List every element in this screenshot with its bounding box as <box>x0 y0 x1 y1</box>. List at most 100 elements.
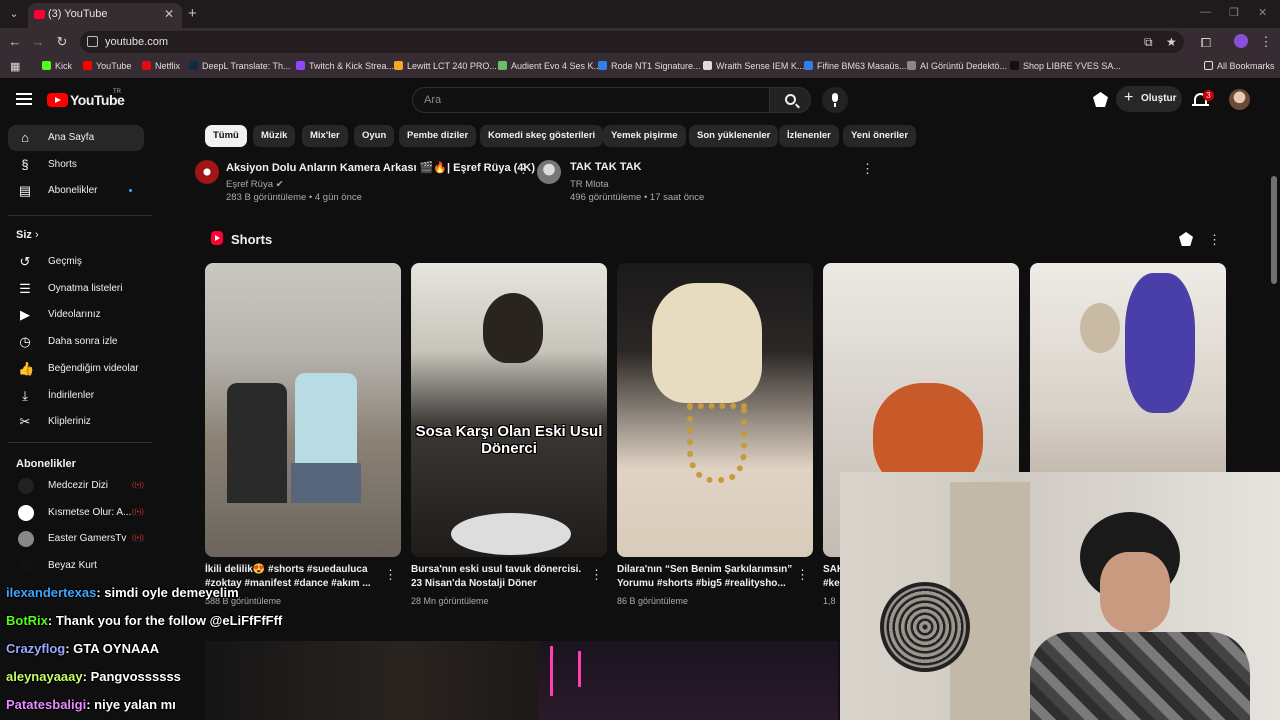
more-options-icon[interactable]: ⋮ <box>861 161 874 177</box>
new-tab-icon[interactable]: + <box>188 5 197 22</box>
create-button[interactable]: + Oluştur <box>1116 86 1182 112</box>
more-options-icon[interactable]: ⋮ <box>517 161 530 177</box>
browser-menu-icon[interactable]: ⋮ <box>1258 34 1274 50</box>
sidebar-item[interactable]: ▶ Videolarınız <box>8 302 144 328</box>
chat-username: BotRix <box>6 613 48 628</box>
channel-avatar[interactable] <box>195 160 219 184</box>
filter-chip[interactable]: İzlenenler <box>779 125 839 147</box>
bookmark-favicon-icon <box>1010 61 1019 70</box>
bookmark-item[interactable]: Audient Evo 4 Ses K... <box>498 61 601 71</box>
close-window-icon[interactable]: ✕ <box>1258 6 1267 19</box>
reload-icon[interactable]: ↻ <box>54 34 70 50</box>
more-options-icon[interactable]: ⋮ <box>796 567 809 583</box>
bookmark-item[interactable]: Kick <box>42 61 72 71</box>
install-app-icon[interactable]: ⧉ <box>1144 35 1153 50</box>
sidebar-item[interactable]: ⌂ Ana Sayfa <box>8 125 144 151</box>
all-bookmarks[interactable]: All Bookmarks <box>1204 61 1275 71</box>
filter-chip[interactable]: Müzik <box>253 125 296 147</box>
sidebar-item[interactable]: ▤ Abonelikler <box>8 178 144 204</box>
bookmark-item[interactable]: Shop LIBRE YVES SA... <box>1010 61 1121 71</box>
more-options-icon[interactable]: ⋮ <box>590 567 603 583</box>
necklace <box>687 403 747 483</box>
sidebar-item[interactable]: ↺ Geçmiş <box>8 249 144 275</box>
sidebar-item[interactable]: Beyaz Kurt <box>8 553 144 579</box>
tab-list-icon[interactable]: ⌄ <box>6 6 22 22</box>
video-title[interactable]: Aksiyon Dolu Anların Kamera Arkası 🎬🔥| E… <box>226 161 535 174</box>
filter-chip[interactable]: Son yüklenenler <box>689 125 779 147</box>
filter-chip[interactable]: Yeni öneriler <box>843 125 917 147</box>
short-thumbnail[interactable] <box>205 263 401 557</box>
bookmark-label: Netflix <box>155 61 181 71</box>
extensions-icon[interactable]: ⧠ <box>1198 35 1214 51</box>
channel-name[interactable]: Eşref Rüya ✔ <box>226 179 284 190</box>
extension-icon[interactable] <box>1093 92 1108 107</box>
bookmark-item[interactable]: Lewitt LCT 240 PRO... <box>394 61 497 71</box>
bookmark-item[interactable]: Wraith Sense IEM K... <box>703 61 804 71</box>
webcam-overlay <box>840 472 1280 720</box>
back-icon[interactable]: ← <box>7 34 23 49</box>
bookmark-item[interactable]: AI Görüntü Dedektö... <box>907 61 1007 71</box>
search-button[interactable] <box>769 87 811 113</box>
short-caption[interactable]: SAK #ke <box>823 563 841 591</box>
bookmark-item[interactable]: Twitch & Kick Strea... <box>296 61 394 71</box>
filter-chip[interactable]: Yemek pişirme <box>603 125 686 147</box>
bookmark-item[interactable]: DeepL Translate: Th... <box>189 61 291 71</box>
sidebar-item[interactable]: § Shorts <box>8 152 144 178</box>
video-thumbnail[interactable] <box>538 641 838 720</box>
sidebar-item[interactable]: ☰ Oynatma listeleri <box>8 276 144 302</box>
sidebar-item[interactable]: ✂ Klipleriniz <box>8 409 144 435</box>
menu-icon[interactable] <box>16 93 32 105</box>
bookmark-item[interactable]: Netflix <box>142 61 180 71</box>
bookmark-star-icon[interactable]: ★ <box>1166 35 1177 49</box>
bookmark-item[interactable]: YouTube <box>83 61 131 71</box>
bookmark-label: Wraith Sense IEM K... <box>716 61 805 71</box>
site-info-icon[interactable] <box>87 36 98 47</box>
clips-icon: ✂ <box>19 414 31 430</box>
filter-chip[interactable]: Komedi skeç gösterileri <box>480 125 604 147</box>
youtube-logo-icon[interactable] <box>47 93 68 107</box>
profile-icon[interactable] <box>1234 34 1248 48</box>
channel-avatar[interactable] <box>537 160 561 184</box>
short-caption[interactable]: Dilara'nın “Sen Benim Şarkılarımsın” Yor… <box>617 563 797 591</box>
more-options-icon[interactable]: ⋮ <box>1208 232 1221 248</box>
avatar[interactable] <box>1229 89 1250 110</box>
live-icon: ((•)) <box>132 508 144 516</box>
bookmark-item[interactable]: Fifine BM63 Masaüs... <box>804 61 907 71</box>
you-section-heading[interactable]: Siz › <box>16 229 39 241</box>
sidebar-item[interactable]: Kısmetse Olur: A... ((•)) <box>8 500 144 526</box>
sidebar-item[interactable]: 👍 Beğendiğim videolar <box>8 356 144 382</box>
bookmark-label: Audient Evo 4 Ses K... <box>511 61 602 71</box>
sidebar-item[interactable]: ⤓ İndirilenler <box>8 383 144 409</box>
browser-tab[interactable]: (3) YouTube ✕ <box>28 3 182 28</box>
sidebar-item[interactable]: Medcezir Dizi ((•)) <box>8 473 144 499</box>
channel-avatar <box>18 478 34 494</box>
short-caption[interactable]: Bursa'nın eski usul tavuk dönercisi. 23 … <box>411 563 591 591</box>
more-options-icon[interactable]: ⋮ <box>384 567 397 583</box>
voice-search-icon[interactable] <box>822 87 848 113</box>
bookmark-item[interactable]: Rode NT1 Signature... <box>598 61 701 71</box>
address-bar: ← → ↻ youtube.com ⧉ ★ ⧠ ⋮ <box>0 28 1280 56</box>
omnibox[interactable]: youtube.com ⧉ ★ <box>80 31 1184 53</box>
page-scrollbar[interactable] <box>1271 176 1277 284</box>
filter-chip[interactable]: Mix'ler <box>302 125 348 147</box>
short-thumbnail[interactable]: Sosa Karşı Olan Eski Usul Dönerci <box>411 263 607 557</box>
tab-close-icon[interactable]: ✕ <box>164 7 174 21</box>
video-title[interactable]: TAK TAK TAK <box>570 161 641 173</box>
extension-icon[interactable] <box>1179 232 1193 246</box>
filter-chip[interactable]: Oyun <box>354 125 395 147</box>
chat-username: ilexandertexas <box>6 585 97 600</box>
minimize-icon[interactable]: — <box>1200 6 1211 18</box>
chat-username: Crazyflog <box>6 641 66 656</box>
apps-grid-icon[interactable]: ▦ <box>10 60 20 73</box>
short-thumbnail[interactable] <box>617 263 813 557</box>
sidebar-item[interactable]: ◷ Daha sonra izle <box>8 329 144 355</box>
channel-avatar <box>18 504 34 521</box>
search-input[interactable]: Ara <box>412 87 770 113</box>
filter-chip[interactable]: Tümü <box>205 125 247 147</box>
channel-name[interactable]: TR Mlota <box>570 179 609 190</box>
restore-icon[interactable]: ❐ <box>1229 6 1239 19</box>
sidebar-item[interactable]: Easter GamersTv ((•)) <box>8 526 144 552</box>
forward-icon[interactable]: → <box>30 34 46 49</box>
url-text[interactable]: youtube.com <box>105 36 168 48</box>
filter-chip[interactable]: Pembe diziler <box>399 125 477 147</box>
